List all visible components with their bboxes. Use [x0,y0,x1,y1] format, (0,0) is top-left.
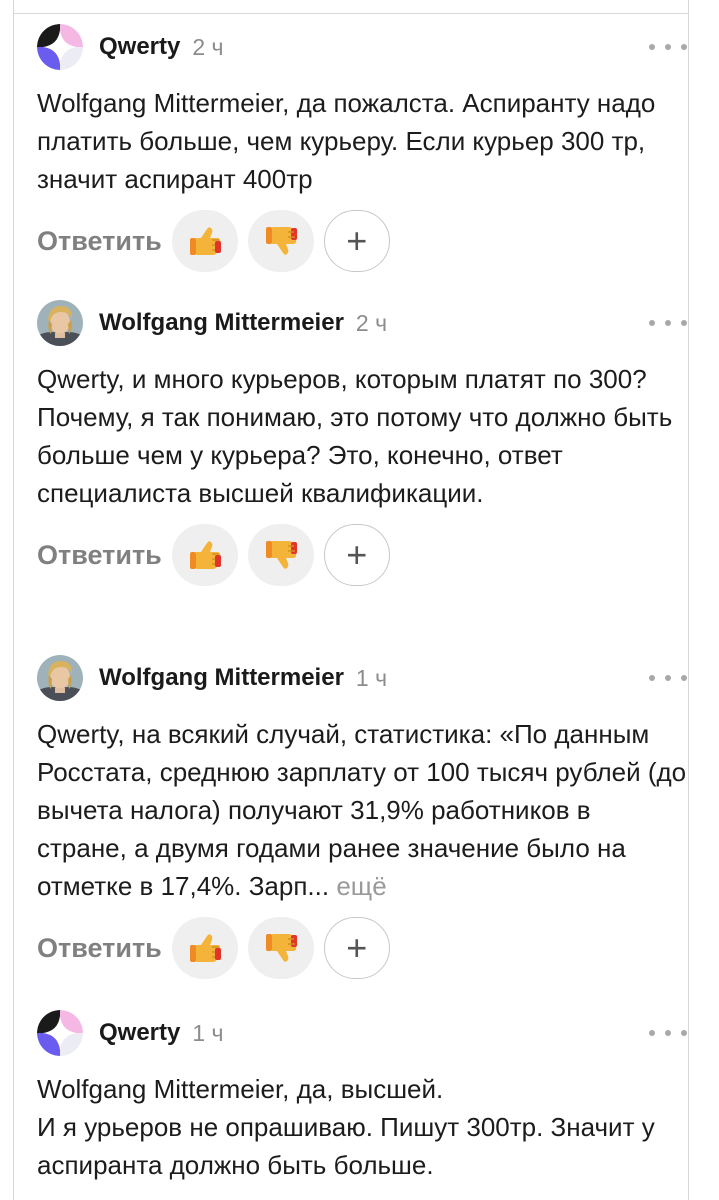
author-name[interactable]: Qwerty [99,1019,180,1047]
reply-button[interactable]: Ответить [37,226,162,257]
comment-time: 2 ч [355,309,388,336]
comment-line: Wolfgang Mittermeier, да, высшей. [37,1074,444,1104]
qwerty-logo-icon [37,24,83,70]
comment: Wolfgang Mittermeier 1 ч Qwerty, на всяк… [37,655,687,979]
comment-line: Почему, я так понимаю, это потому что до… [37,402,680,508]
dislike-button[interactable] [247,917,314,979]
thumbs-down-icon [265,540,298,570]
author-name[interactable]: Qwerty [99,33,180,61]
reply-button[interactable]: Ответить [37,540,162,571]
add-reaction-button[interactable]: + [323,524,390,586]
more-options-icon[interactable] [649,1018,687,1048]
thumbs-down-icon [265,226,298,256]
thumbs-up-icon [189,540,222,570]
comment-time: 2 ч [192,33,224,60]
comment-header: Qwerty 1 ч [37,1010,687,1056]
qwerty-logo-icon [37,1010,83,1056]
avatar[interactable] [37,655,83,701]
author-name[interactable]: Wolfgang Mittermeier [99,664,344,692]
comment-line: Qwerty, и много курьеров, которым платят… [37,364,647,394]
comment-actions: Ответить + [37,524,687,586]
plus-icon: + [346,534,368,575]
add-reaction-button[interactable]: + [323,210,390,272]
comment-header: Wolfgang Mittermeier 1 ч [37,655,687,701]
comment: Qwerty 1 ч Wolfgang Mittermeier, да, выс… [37,1010,687,1184]
thumbs-up-icon [189,226,222,256]
like-button[interactable] [171,917,238,979]
comment-line: Wolfgang Mittermeier, да пожалста. Аспир… [37,88,663,194]
like-button[interactable] [171,524,238,586]
comment-header: Wolfgang Mittermeier 2 ч [37,300,687,346]
author-name[interactable]: Wolfgang Mittermeier [99,309,344,337]
more-options-icon[interactable] [649,32,687,62]
comment-actions: Ответить + [37,210,687,272]
comment-text: Qwerty, на всякий случай, статистика: «П… [37,715,687,905]
portrait-avatar-icon [37,655,83,701]
show-more-link[interactable]: ещё [336,871,386,901]
more-options-icon[interactable] [649,663,687,693]
frame-right-border [688,0,689,1200]
add-reaction-button[interactable]: + [323,917,390,979]
portrait-avatar-icon [37,300,83,346]
dislike-button[interactable] [247,524,314,586]
dislike-button[interactable] [247,210,314,272]
plus-icon: + [346,220,368,261]
comment-time: 1 ч [355,664,388,691]
comment-header: Qwerty 2 ч [37,24,687,70]
avatar[interactable] [37,24,83,70]
thumbs-down-icon [265,933,298,963]
comment: Qwerty 2 ч Wolfgang Mittermeier, да пожа… [37,24,687,272]
comment-text: Wolfgang Mittermeier, да, высшей. И я ур… [37,1070,687,1184]
comment-time: 1 ч [192,1019,224,1046]
comment-text: Wolfgang Mittermeier, да пожалста. Аспир… [37,84,687,198]
comment-line: Qwerty, на всякий случай, статистика: «П… [37,715,687,905]
comment-text: Qwerty, и много курьеров, которым платят… [37,360,687,512]
comment-actions: Ответить + [37,917,687,979]
reply-button[interactable]: Ответить [37,933,162,964]
like-button[interactable] [171,210,238,272]
plus-icon: + [346,927,368,968]
comment-line: И я урьеров не опрашиваю. Пишут 300тр. З… [37,1112,662,1180]
more-options-icon[interactable] [649,308,687,338]
avatar[interactable] [37,1010,83,1056]
thumbs-up-icon [189,933,222,963]
comment: Wolfgang Mittermeier 2 ч Qwerty, и много… [37,300,687,586]
avatar[interactable] [37,300,83,346]
frame-top-border [13,13,689,14]
frame-left-border [13,0,14,1200]
